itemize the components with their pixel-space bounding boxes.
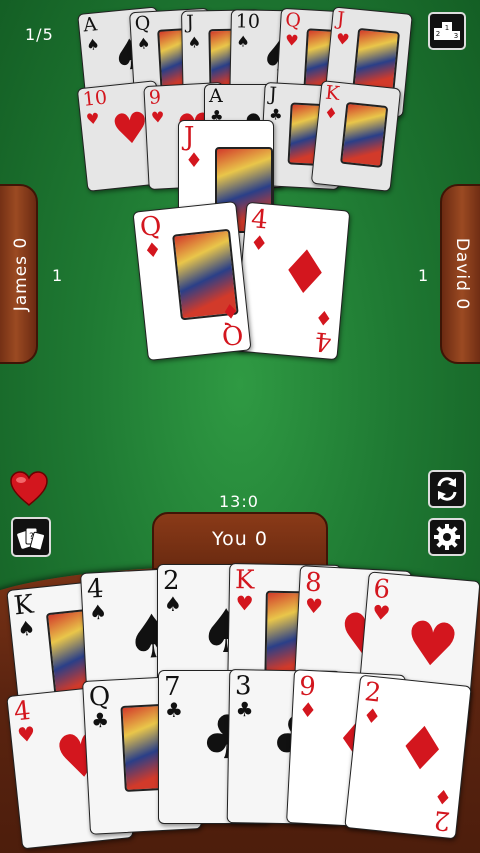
svg-text:?: ?: [29, 532, 34, 542]
card-rank: J: [186, 11, 195, 34]
card-rank: K: [234, 565, 255, 596]
card-rank: 3: [234, 671, 252, 702]
last-trick-button[interactable]: ?: [11, 517, 51, 557]
card-rank: A: [82, 13, 99, 37]
leaderboard-button[interactable]: 1 2 3: [428, 12, 466, 50]
card-rank: 2: [163, 566, 180, 596]
card-rank-bottom: Q: [219, 318, 245, 351]
game-table: James 0 David 0 1 1 1/5 13:0 1 2 3 ? You…: [0, 0, 480, 853]
card-suit: ♦: [323, 103, 339, 123]
card-rank: A: [209, 85, 223, 107]
card-suit: ♥: [284, 31, 300, 50]
right-player-name: David 0: [452, 237, 472, 311]
card-suit: ♣: [235, 697, 254, 722]
trick-card: Q ♦ Q ♦: [132, 200, 252, 362]
my-player-name: You 0: [212, 528, 268, 550]
card-rank-bottom: 2: [432, 804, 453, 836]
card-center-pip: ♦: [275, 235, 335, 311]
card-rank: J: [335, 7, 346, 31]
card-suit: ♠: [85, 35, 101, 55]
card-suit: ♦: [185, 148, 203, 172]
svg-text:3: 3: [454, 32, 458, 40]
card-suit: ♥: [16, 721, 37, 748]
card-suit: ♠: [16, 615, 37, 642]
cards-icon: ?: [17, 527, 46, 551]
card-suit: ♠: [187, 33, 202, 52]
card-suit-bottom: ♦: [220, 298, 241, 325]
my-hand-card[interactable]: 2 ♦ ♦ 2 ♦: [344, 674, 472, 840]
trick-card: 4 ♦ ♦ 4 ♦: [233, 201, 351, 361]
settings-button[interactable]: [428, 518, 466, 556]
card-suit: ♥: [304, 593, 324, 619]
left-player-trick-count: 1: [52, 266, 63, 285]
round-indicator: 1/5: [25, 25, 54, 44]
card-center-pip: ♦: [391, 711, 453, 787]
svg-text:2: 2: [436, 30, 440, 38]
card-suit: ♦: [142, 237, 163, 263]
card-rank: K: [324, 81, 341, 105]
card-rank: 8: [304, 567, 323, 599]
card-suit: ♦: [361, 703, 383, 729]
card-rank: J: [268, 83, 278, 106]
card-rank: 4: [86, 573, 105, 605]
card-rank: 9: [148, 86, 162, 109]
card-rank: 10: [81, 86, 109, 111]
card-suit: ♠: [88, 599, 108, 625]
card-rank: Q: [88, 681, 112, 713]
card-suit: ♥: [235, 591, 254, 616]
card-suit: ♠: [164, 592, 182, 616]
card-rank: 9: [298, 671, 317, 703]
card-rank: Q: [284, 9, 302, 32]
card-suit: ♣: [90, 707, 110, 733]
card-suit: ♦: [298, 697, 318, 723]
card-rank: J: [184, 122, 195, 152]
hearts-broken-indicator: [9, 470, 49, 508]
card-suit-bottom: ♦: [432, 784, 454, 810]
heart-icon: [10, 471, 48, 506]
score-display: 13:0: [219, 492, 259, 511]
card-suit: ♥: [85, 109, 101, 129]
card-suit-bottom: ♦: [313, 305, 334, 331]
card-suit: ♦: [249, 230, 270, 256]
card-suit: ♠: [236, 32, 251, 51]
card-rank-bottom: 4: [314, 325, 334, 357]
swap-arrows-icon: [437, 477, 457, 501]
card-suit: ♥: [335, 29, 351, 50]
right-player-trick-count: 1: [418, 266, 429, 285]
gear-icon: [434, 524, 460, 550]
card-center-pip: ♥: [402, 607, 462, 683]
swap-button[interactable]: [428, 470, 466, 508]
podium-icon: 1 2 3: [434, 22, 460, 40]
top-hand-card: K ♦: [310, 80, 402, 192]
card-suit: ♥: [150, 108, 165, 127]
card-rank: Q: [134, 12, 151, 36]
card-suit: ♣: [165, 698, 183, 722]
card-rank: 10: [235, 10, 261, 33]
card-rank: 7: [164, 672, 181, 702]
card-suit: ♥: [371, 599, 392, 626]
left-player-name: James 0: [11, 236, 31, 312]
svg-text:1: 1: [445, 24, 449, 32]
card-suit: ♠: [136, 34, 151, 53]
face-card-artwork: [340, 101, 389, 168]
